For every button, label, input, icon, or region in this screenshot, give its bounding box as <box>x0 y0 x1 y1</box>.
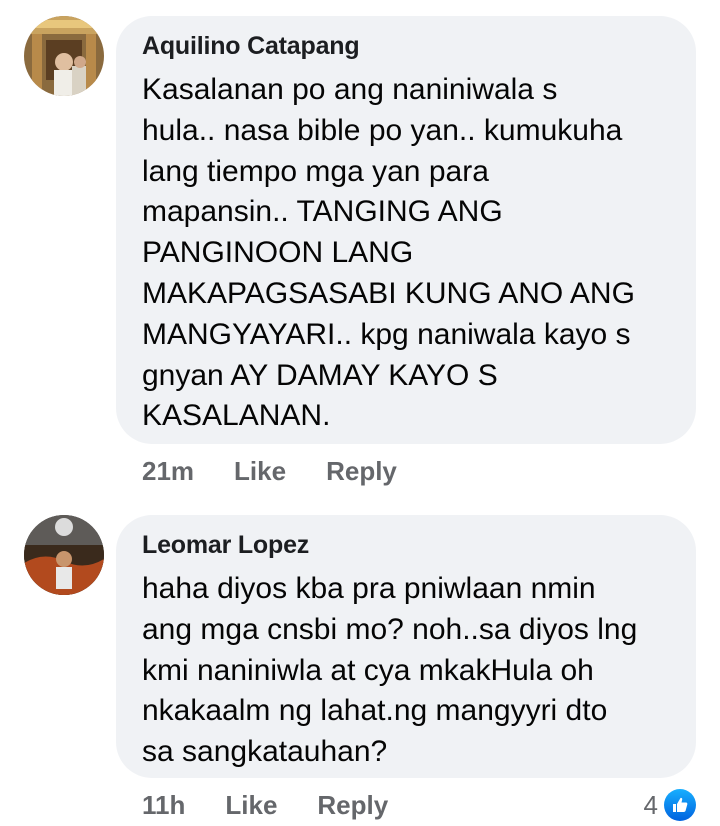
reaction-summary[interactable]: 4 <box>644 789 696 821</box>
reply-button[interactable]: Reply <box>317 790 388 821</box>
reply-button[interactable]: Reply <box>326 456 397 487</box>
comment-text: haha diyos kba pra pniwlaan nmin ang mga… <box>142 572 638 769</box>
comment-meta: 21m Like Reply <box>142 456 397 487</box>
like-button[interactable]: Like <box>234 456 286 487</box>
comment-timestamp[interactable]: 11h <box>142 790 185 821</box>
avatar[interactable] <box>24 16 104 96</box>
like-button[interactable]: Like <box>225 790 277 821</box>
like-thumb-icon <box>664 789 696 821</box>
avatar[interactable] <box>24 515 104 595</box>
comment-author[interactable]: Aquilino Catapang <box>142 32 360 61</box>
comment-author[interactable]: Leomar Lopez <box>142 531 309 560</box>
comment-bubble: Leomar Lopez haha diyos kba pra pniwlaan… <box>116 515 696 778</box>
reaction-count: 4 <box>643 789 658 820</box>
comment-timestamp[interactable]: 21m <box>142 456 194 487</box>
comment-meta: 11h Like Reply <box>142 790 388 821</box>
comment-text: Kasalanan po ang naniniwala s hula.. nas… <box>142 73 635 433</box>
comment-bubble: Aquilino Catapang Kasalanan po ang nanin… <box>116 16 696 444</box>
